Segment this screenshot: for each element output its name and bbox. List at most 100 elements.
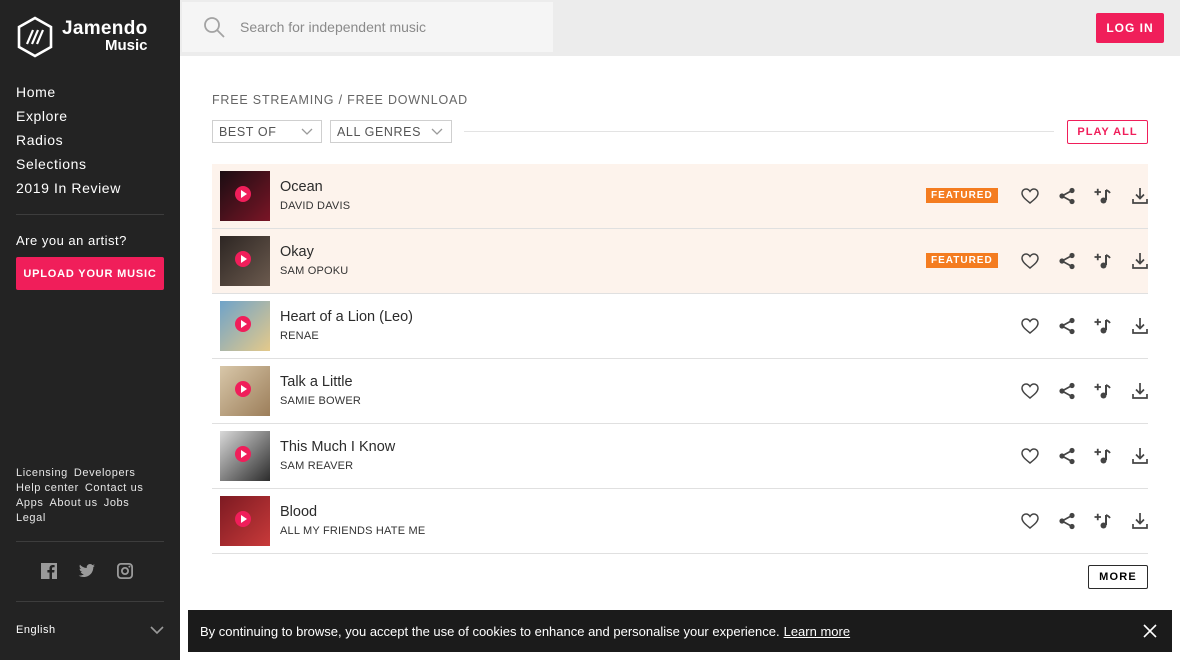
language-selector[interactable]: English	[16, 624, 164, 636]
sidebar-item-radios[interactable]: Radios	[16, 128, 121, 152]
sidebar-item-home[interactable]: Home	[16, 80, 121, 104]
track-title[interactable]: Ocean	[280, 179, 323, 195]
track-artist[interactable]: SAM REAVER	[280, 460, 353, 472]
download-icon[interactable]	[1122, 186, 1159, 206]
track-row[interactable]: This Much I Know SAM REAVER	[212, 424, 1148, 489]
heart-icon[interactable]	[1012, 511, 1049, 531]
sidebar-divider	[16, 214, 164, 215]
download-icon[interactable]	[1122, 316, 1159, 336]
album-cover[interactable]	[220, 301, 270, 351]
jamendo-logo[interactable]: Jamendo Music	[16, 16, 148, 58]
add-to-playlist-icon[interactable]	[1085, 381, 1122, 401]
download-icon[interactable]	[1122, 251, 1159, 271]
heart-icon[interactable]	[1012, 186, 1049, 206]
album-cover[interactable]	[220, 236, 270, 286]
add-to-playlist-icon[interactable]	[1085, 316, 1122, 336]
sidebar: Jamendo Music Home Explore Radios Select…	[0, 0, 180, 660]
sidebar-divider	[16, 601, 164, 602]
track-list: Ocean DAVID DAVIS FEATURED Okay SAM OPOKU FEA…	[212, 164, 1148, 554]
search-bar[interactable]	[182, 2, 553, 52]
track-artist[interactable]: ALL MY FRIENDS HATE ME	[280, 525, 425, 537]
add-to-playlist-icon[interactable]	[1085, 511, 1122, 531]
cookie-banner: By continuing to browse, you accept the …	[188, 610, 1172, 652]
footer-link-developers[interactable]: Developers	[74, 467, 136, 479]
play-icon[interactable]	[235, 446, 251, 462]
share-icon[interactable]	[1049, 381, 1086, 401]
footer-link-apps[interactable]: Apps	[16, 497, 43, 509]
heart-icon[interactable]	[1012, 251, 1049, 271]
play-icon[interactable]	[235, 511, 251, 527]
share-icon[interactable]	[1049, 251, 1086, 271]
heart-icon[interactable]	[1012, 446, 1049, 466]
genre-filter-select[interactable]: ALL GENRES	[330, 120, 452, 143]
more-button[interactable]: MORE	[1088, 565, 1148, 589]
period-filter-select[interactable]: BEST OF	[212, 120, 322, 143]
add-to-playlist-icon[interactable]	[1085, 251, 1122, 271]
instagram-icon[interactable]	[116, 562, 134, 580]
footer-link-legal[interactable]: Legal	[16, 512, 46, 524]
sidebar-item-2019-in-review[interactable]: 2019 In Review	[16, 176, 121, 200]
track-actions	[1012, 381, 1158, 401]
footer-links: Licensing Developers Help center Contact u…	[16, 466, 166, 526]
play-icon[interactable]	[235, 186, 251, 202]
track-row[interactable]: Blood ALL MY FRIENDS HATE ME	[212, 489, 1148, 554]
share-icon[interactable]	[1049, 446, 1086, 466]
chevron-down-icon	[301, 128, 313, 135]
add-to-playlist-icon[interactable]	[1085, 186, 1122, 206]
add-to-playlist-icon[interactable]	[1085, 446, 1122, 466]
heart-icon[interactable]	[1012, 381, 1049, 401]
sidebar-item-explore[interactable]: Explore	[16, 104, 121, 128]
track-title[interactable]: Heart of a Lion (Leo)	[280, 309, 413, 325]
download-icon[interactable]	[1122, 446, 1159, 466]
track-title[interactable]: This Much I Know	[280, 439, 395, 455]
play-icon[interactable]	[235, 381, 251, 397]
share-icon[interactable]	[1049, 511, 1086, 531]
album-cover[interactable]	[220, 431, 270, 481]
share-icon[interactable]	[1049, 186, 1086, 206]
album-cover[interactable]	[220, 171, 270, 221]
track-artist[interactable]: SAM OPOKU	[280, 265, 348, 277]
facebook-icon[interactable]	[40, 562, 58, 580]
track-title[interactable]: Blood	[280, 504, 317, 520]
language-label: English	[16, 624, 56, 636]
learn-more-link[interactable]: Learn more	[784, 624, 850, 639]
album-cover[interactable]	[220, 496, 270, 546]
share-icon[interactable]	[1049, 316, 1086, 336]
play-icon[interactable]	[235, 316, 251, 332]
track-title[interactable]: Talk a Little	[280, 374, 353, 390]
track-artist[interactable]: RENAE	[280, 330, 319, 342]
close-icon[interactable]	[1142, 623, 1158, 639]
brand-subtitle: Music	[105, 37, 148, 54]
footer-link-licensing[interactable]: Licensing	[16, 467, 68, 479]
heart-icon[interactable]	[1012, 316, 1049, 336]
footer-link-jobs[interactable]: Jobs	[104, 497, 130, 509]
featured-badge: FEATURED	[926, 253, 998, 268]
logo-text: Jamendo Music	[62, 19, 148, 54]
filter-divider	[464, 131, 1054, 132]
album-cover[interactable]	[220, 366, 270, 416]
track-actions	[1012, 251, 1158, 271]
download-icon[interactable]	[1122, 511, 1159, 531]
footer-link-about-us[interactable]: About us	[49, 497, 97, 509]
upload-music-button[interactable]: UPLOAD YOUR MUSIC	[16, 257, 164, 290]
sidebar-item-selections[interactable]: Selections	[16, 152, 121, 176]
footer-link-help-center[interactable]: Help center	[16, 482, 79, 494]
track-title[interactable]: Okay	[280, 244, 314, 260]
twitter-icon[interactable]	[78, 562, 96, 580]
track-row[interactable]: Ocean DAVID DAVIS FEATURED	[212, 164, 1148, 229]
sidebar-nav: Home Explore Radios Selections 2019 In R…	[16, 80, 121, 200]
play-all-button[interactable]: PLAY ALL	[1067, 120, 1148, 144]
track-artist[interactable]: SAMIE BOWER	[280, 395, 361, 407]
track-actions	[1012, 186, 1158, 206]
login-button[interactable]: LOG IN	[1096, 13, 1164, 43]
play-icon[interactable]	[235, 251, 251, 267]
track-row[interactable]: Talk a Little SAMIE BOWER	[212, 359, 1148, 424]
track-row[interactable]: Okay SAM OPOKU FEATURED	[212, 229, 1148, 294]
track-actions	[1012, 316, 1158, 336]
social-links	[40, 562, 134, 580]
track-artist[interactable]: DAVID DAVIS	[280, 200, 350, 212]
track-row[interactable]: Heart of a Lion (Leo) RENAE	[212, 294, 1148, 359]
search-input[interactable]	[240, 19, 540, 35]
download-icon[interactable]	[1122, 381, 1159, 401]
footer-link-contact-us[interactable]: Contact us	[85, 482, 144, 494]
